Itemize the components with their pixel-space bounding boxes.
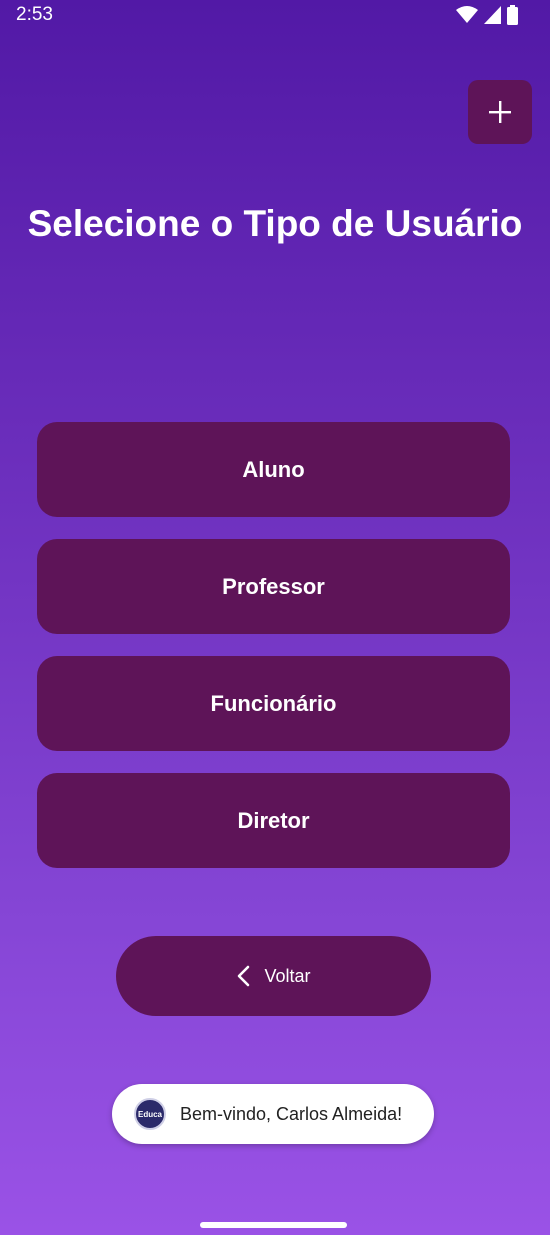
add-button[interactable] <box>468 80 532 144</box>
logo-text: Educa <box>137 1109 162 1119</box>
home-indicator[interactable] <box>200 1222 347 1228</box>
chevron-left-icon <box>238 965 250 987</box>
battery-icon <box>507 5 518 25</box>
toast-message: Bem-vindo, Carlos Almeida! <box>180 1103 403 1124</box>
educa-logo: Educa <box>134 1098 166 1130</box>
role-button-professor[interactable]: Professor <box>37 539 510 634</box>
status-time: 2:53 <box>16 4 53 25</box>
page-title: Selecione o Tipo de Usuário <box>27 203 523 244</box>
status-icons <box>456 5 518 25</box>
role-button-funcionario[interactable]: Funcionário <box>37 656 510 751</box>
wifi-icon <box>456 6 478 23</box>
cell-signal-icon <box>484 6 501 24</box>
plus-icon <box>489 101 511 123</box>
role-button-aluno[interactable]: Aluno <box>37 422 510 517</box>
back-button[interactable]: Voltar <box>116 936 431 1016</box>
role-button-diretor[interactable]: Diretor <box>37 773 510 868</box>
back-button-label: Voltar <box>264 965 311 986</box>
welcome-toast: Educa Bem-vindo, Carlos Almeida! <box>112 1084 434 1144</box>
status-bar: 2:53 <box>0 0 550 30</box>
